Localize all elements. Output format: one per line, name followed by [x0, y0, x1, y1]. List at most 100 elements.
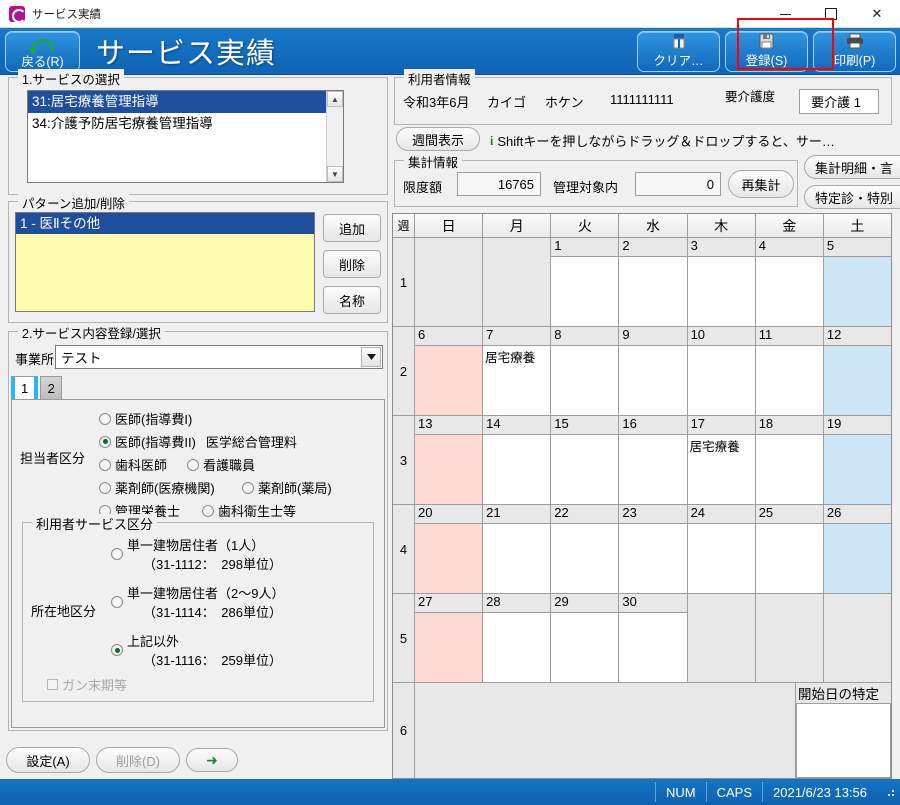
- calendar-day-cell[interactable]: 16: [619, 416, 688, 504]
- calendar-day-cell[interactable]: 4: [755, 238, 824, 326]
- calendar-day-entry[interactable]: [687, 256, 755, 326]
- calendar-day-cell[interactable]: 14: [483, 416, 552, 504]
- close-icon[interactable]: ✕: [854, 0, 900, 28]
- calendar-day-entry[interactable]: [619, 256, 687, 326]
- calendar-day-entry[interactable]: [415, 434, 483, 504]
- calendar-day-cell[interactable]: 6: [415, 327, 484, 415]
- next-button[interactable]: ➜: [186, 748, 238, 772]
- calendar-day-cell[interactable]: 9: [619, 327, 688, 415]
- settings-button[interactable]: 設定(A): [6, 747, 90, 773]
- radio-doctor-fee1[interactable]: 医師(指導費I): [99, 409, 192, 428]
- tab-2[interactable]: 2: [40, 376, 63, 400]
- resize-grip-icon[interactable]: [883, 785, 897, 799]
- calendar-day-cell[interactable]: 2: [619, 238, 688, 326]
- weekly-view-button[interactable]: 週間表示: [396, 127, 480, 151]
- calendar-day-entry[interactable]: [687, 523, 755, 593]
- pattern-add-button[interactable]: 追加: [323, 214, 381, 242]
- special-consult-button[interactable]: 特定診・特別: [804, 185, 900, 209]
- calendar-day-entry[interactable]: 居宅療養: [687, 434, 755, 504]
- pattern-listbox[interactable]: 1 - 医Ⅱその他: [15, 212, 315, 312]
- calendar-day-entry[interactable]: [823, 434, 891, 504]
- calendar-day-cell[interactable]: 10: [687, 327, 756, 415]
- list-item[interactable]: 1 - 医Ⅱその他: [16, 213, 314, 234]
- calendar-day-entry[interactable]: [415, 612, 483, 682]
- radio-pharmacist-pharmacy[interactable]: 薬剤師(薬局): [242, 478, 332, 497]
- calendar-day-entry[interactable]: [551, 523, 619, 593]
- calendar-day-entry[interactable]: [619, 523, 687, 593]
- calendar-day-cell[interactable]: 13: [415, 416, 484, 504]
- calendar-day-cell[interactable]: 25: [755, 505, 824, 593]
- calendar-day-entry[interactable]: [755, 256, 823, 326]
- calendar-day-cell[interactable]: 18: [755, 416, 824, 504]
- radio-dentist[interactable]: 歯科医師: [99, 455, 167, 474]
- register-button[interactable]: 登録(S): [725, 31, 808, 72]
- calendar-day-cell[interactable]: 29: [551, 594, 620, 682]
- calendar-day-entry[interactable]: [415, 523, 483, 593]
- calendar-day-entry[interactable]: [551, 256, 619, 326]
- radio-nurse[interactable]: 看護職員: [187, 455, 255, 474]
- calendar-day-cell[interactable]: 30: [619, 594, 688, 682]
- calendar-day-entry[interactable]: [823, 256, 891, 326]
- scroll-down-icon[interactable]: ▼: [327, 166, 343, 182]
- calendar-day-cell[interactable]: 12: [823, 327, 891, 415]
- service-listbox[interactable]: 31:居宅療養管理指導 34:介護予防居宅療養管理指導 ▲ ▼: [27, 90, 344, 183]
- calendar-day-entry[interactable]: [551, 434, 619, 504]
- list-item[interactable]: 34:介護予防居宅療養管理指導: [28, 113, 343, 135]
- print-button[interactable]: 印刷(P): [813, 31, 896, 72]
- calendar-day-entry[interactable]: [619, 345, 687, 415]
- calendar-day-entry[interactable]: [619, 434, 687, 504]
- calendar-day-entry[interactable]: [483, 612, 551, 682]
- calendar-day-cell[interactable]: 11: [755, 327, 824, 415]
- calendar-day-cell[interactable]: 21: [483, 505, 552, 593]
- maximize-icon[interactable]: [808, 0, 854, 28]
- undated-service-area[interactable]: 開始日の特定できないサービス: [796, 683, 891, 778]
- calendar-day-entry[interactable]: [823, 345, 891, 415]
- calendar-day-entry[interactable]: [483, 523, 551, 593]
- delete-button[interactable]: 削除(D): [96, 747, 180, 773]
- calendar-day-cell[interactable]: 28: [483, 594, 552, 682]
- recalculate-button[interactable]: 再集計: [728, 170, 794, 198]
- calendar-day-cell[interactable]: 7 居宅療養: [483, 327, 552, 415]
- office-combobox[interactable]: テスト: [55, 345, 383, 369]
- calendar-day-cell[interactable]: 24: [687, 505, 756, 593]
- calendar-day-cell[interactable]: 17 居宅療養: [687, 416, 756, 504]
- service-calendar[interactable]: 週 日 月 火 水 木 金 土 1 1 2 3 4 5 2 6 7 居宅療養 8 9 10 11 12 3 13…: [392, 213, 892, 779]
- calendar-day-cell[interactable]: 15: [551, 416, 620, 504]
- chevron-down-icon[interactable]: [361, 347, 381, 367]
- calendar-day-cell[interactable]: 8: [551, 327, 620, 415]
- calendar-day-entry[interactable]: [823, 523, 891, 593]
- radio-pharmacist-hospital[interactable]: 薬剤師(医療機関): [99, 478, 215, 497]
- calendar-day-entry[interactable]: 居宅療養: [483, 345, 551, 415]
- calendar-day-cell[interactable]: 23: [619, 505, 688, 593]
- calendar-day-entry[interactable]: [551, 345, 619, 415]
- back-button[interactable]: 戻る(R): [5, 30, 80, 72]
- list-item[interactable]: 31:居宅療養管理指導: [28, 91, 343, 113]
- calendar-day-entry[interactable]: [551, 612, 619, 682]
- calendar-day-entry[interactable]: [755, 523, 823, 593]
- calendar-day-cell[interactable]: 20: [415, 505, 484, 593]
- service-list-scrollbar[interactable]: ▲ ▼: [326, 91, 343, 182]
- clear-button[interactable]: クリア…: [637, 31, 720, 72]
- radio-other[interactable]: 上記以外 （31-1116： 259単位）: [111, 631, 282, 669]
- calendar-day-entry[interactable]: [415, 345, 483, 415]
- calendar-day-cell[interactable]: 27: [415, 594, 484, 682]
- pattern-delete-button[interactable]: 削除: [323, 250, 381, 278]
- minimize-icon[interactable]: [762, 0, 808, 28]
- calendar-day-entry[interactable]: [687, 345, 755, 415]
- radio-single-building-2to9[interactable]: 単一建物居住者（2〜9人） （31-1114： 286単位）: [111, 583, 284, 621]
- tab-1[interactable]: 1: [11, 376, 39, 400]
- calendar-day-entry[interactable]: [483, 434, 551, 504]
- radio-single-building-1[interactable]: 単一建物居住者（1人） （31-1112： 298単位）: [111, 535, 282, 573]
- calendar-day-cell[interactable]: 26: [823, 505, 891, 593]
- radio-doctor-fee2[interactable]: 医師(指導費II) 医学総合管理料: [99, 432, 297, 451]
- calendar-day-entry[interactable]: [755, 434, 823, 504]
- calendar-day-entry[interactable]: [619, 612, 687, 682]
- calendar-day-entry[interactable]: [755, 345, 823, 415]
- undated-service-box[interactable]: [796, 703, 891, 778]
- scroll-up-icon[interactable]: ▲: [327, 91, 343, 107]
- calendar-day-cell[interactable]: 1: [551, 238, 620, 326]
- radio-dental-hygienist[interactable]: 歯科衛生士等: [202, 501, 296, 520]
- calendar-day-cell[interactable]: 5: [823, 238, 891, 326]
- pattern-rename-button[interactable]: 名称: [323, 286, 381, 314]
- calendar-day-cell[interactable]: 22: [551, 505, 620, 593]
